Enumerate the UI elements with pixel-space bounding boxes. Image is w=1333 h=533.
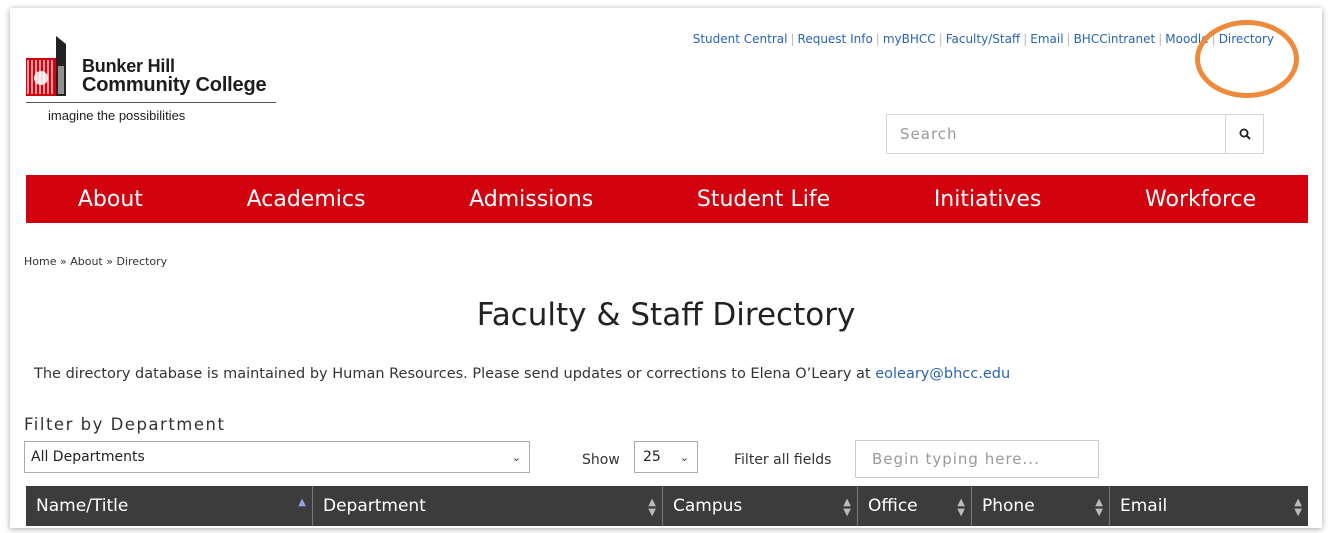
show-selected-value: 25 bbox=[643, 449, 661, 465]
column-header-email[interactable]: Email ▲ ▼ bbox=[1110, 486, 1308, 526]
department-select[interactable]: All Departments ⌄ bbox=[24, 441, 530, 473]
sort-ascending-icon: ▲ bbox=[298, 497, 306, 508]
util-link-email[interactable]: Email bbox=[1030, 32, 1063, 46]
filter-heading: Filter by Department bbox=[24, 415, 226, 434]
show-entries-select[interactable]: 25 ⌄ bbox=[634, 441, 698, 473]
sort-icon: ▲ ▼ bbox=[1294, 497, 1302, 518]
search-button[interactable] bbox=[1225, 115, 1263, 153]
separator: | bbox=[938, 32, 943, 46]
page-title: Faculty & Staff Directory bbox=[476, 297, 856, 333]
column-header-department[interactable]: Department ▲ ▼ bbox=[313, 486, 663, 526]
separator: | bbox=[1023, 32, 1028, 46]
util-link-bhccintranet[interactable]: BHCCintranet bbox=[1074, 32, 1156, 46]
util-link-student-central[interactable]: Student Central bbox=[693, 32, 788, 46]
nav-workforce[interactable]: Workforce bbox=[1145, 187, 1256, 212]
nav-initiatives[interactable]: Initiatives bbox=[934, 187, 1042, 212]
util-link-request-info[interactable]: Request Info bbox=[798, 32, 873, 46]
column-header-name-title[interactable]: Name/Title ▲ bbox=[26, 486, 313, 526]
breadcrumb[interactable]: Home » About » Directory bbox=[24, 255, 167, 268]
logo-wordmark: Bunker Hill Community College bbox=[82, 57, 267, 96]
filter-all-field bbox=[855, 440, 1099, 478]
search-box bbox=[886, 114, 1264, 154]
note-email-link[interactable]: eoleary@bhcc.edu bbox=[875, 366, 1010, 382]
sort-icon: ▲ ▼ bbox=[957, 497, 965, 518]
search-input[interactable] bbox=[887, 115, 1225, 153]
sort-icon: ▲ ▼ bbox=[1095, 497, 1103, 518]
show-label: Show bbox=[582, 452, 620, 468]
filter-all-label: Filter all fields bbox=[734, 452, 832, 468]
nav-about[interactable]: About bbox=[78, 187, 143, 212]
separator: | bbox=[790, 32, 795, 46]
logo-tagline: imagine the possibilities bbox=[48, 108, 186, 123]
directory-note: The directory database is maintained by … bbox=[34, 366, 1010, 382]
util-link-mybhcc[interactable]: myBHCC bbox=[883, 32, 936, 46]
column-label: Name/Title bbox=[36, 496, 129, 516]
separator: | bbox=[875, 32, 880, 46]
logo-name-line2: Community College bbox=[82, 74, 267, 96]
column-label: Office bbox=[868, 496, 918, 516]
college-logo[interactable]: Bunker Hill Community College imagine th… bbox=[26, 36, 276, 136]
browser-page: Bunker Hill Community College imagine th… bbox=[10, 8, 1322, 528]
utility-links: Student Central | Request Info | myBHCC … bbox=[693, 32, 1274, 46]
separator: | bbox=[1158, 32, 1163, 46]
table-header: Name/Title ▲ Department ▲ ▼ Campus ▲ ▼ Off… bbox=[26, 486, 1308, 526]
separator: | bbox=[1211, 32, 1216, 46]
sort-icon: ▲ ▼ bbox=[843, 497, 851, 518]
util-link-directory[interactable]: Directory bbox=[1219, 32, 1274, 46]
filter-all-input[interactable] bbox=[856, 441, 1098, 477]
column-header-campus[interactable]: Campus ▲ ▼ bbox=[663, 486, 858, 526]
column-label: Campus bbox=[673, 496, 743, 516]
note-text: The directory database is maintained by … bbox=[34, 366, 871, 382]
column-label: Phone bbox=[982, 496, 1035, 516]
sort-icon: ▲ ▼ bbox=[648, 497, 656, 518]
logo-divider bbox=[26, 102, 276, 103]
chevron-down-icon: ⌄ bbox=[679, 450, 689, 464]
util-link-moodle[interactable]: Moodle bbox=[1165, 32, 1208, 46]
department-selected-value: All Departments bbox=[31, 449, 145, 465]
main-nav: About Academics Admissions Student Life … bbox=[26, 175, 1308, 223]
separator: | bbox=[1066, 32, 1071, 46]
column-header-office[interactable]: Office ▲ ▼ bbox=[858, 486, 972, 526]
search-icon bbox=[1239, 128, 1251, 140]
chevron-down-icon: ⌄ bbox=[511, 450, 521, 464]
nav-academics[interactable]: Academics bbox=[247, 187, 366, 212]
column-label: Department bbox=[323, 496, 426, 516]
column-label: Email bbox=[1120, 496, 1168, 516]
nav-admissions[interactable]: Admissions bbox=[469, 187, 593, 212]
nav-student-life[interactable]: Student Life bbox=[697, 187, 830, 212]
logo-building-icon bbox=[26, 36, 66, 96]
util-link-faculty-staff[interactable]: Faculty/Staff bbox=[946, 32, 1020, 46]
column-header-phone[interactable]: Phone ▲ ▼ bbox=[972, 486, 1110, 526]
